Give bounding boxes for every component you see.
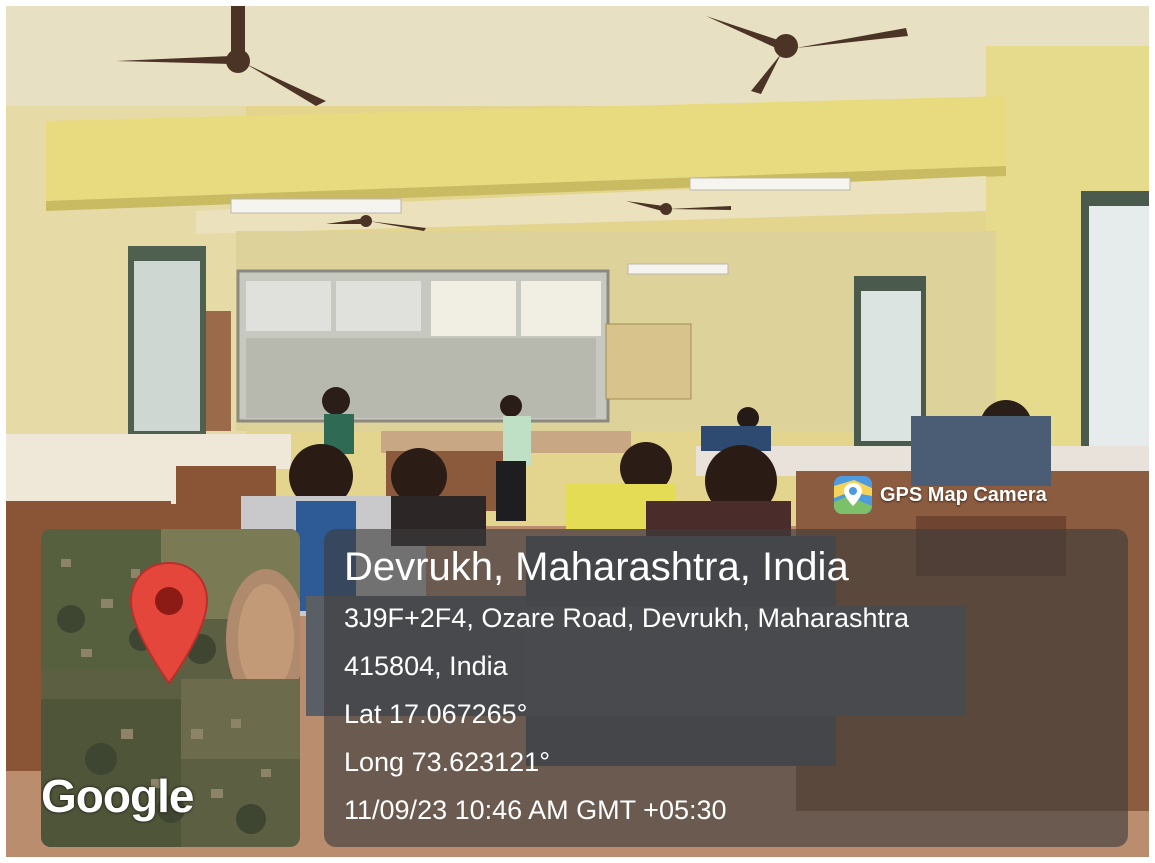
google-logo: Google: [41, 770, 194, 822]
place-title: Devrukh, Maharashtra, India: [344, 545, 849, 589]
address-line-1: 3J9F+2F4, Ozare Road, Devrukh, Maharasht…: [344, 603, 910, 633]
timestamp: 11/09/23 10:46 AM GMT +05:30: [344, 795, 727, 825]
map-pin-badge-icon: [834, 476, 872, 514]
address-line-2: 415804, India: [344, 651, 508, 681]
gps-map-camera-label: GPS Map Camera: [880, 483, 1047, 506]
latitude: Lat 17.067265°: [344, 699, 528, 729]
longitude: Long 73.623121°: [344, 747, 550, 777]
satellite-minimap: Google: [41, 529, 300, 847]
map-marker-icon: [129, 561, 209, 685]
gps-map-camera-badge: GPS Map Camera: [834, 476, 1047, 514]
classroom-photo: GPS Map Camera Google Devrukh, Maharasht…: [6, 6, 1149, 857]
location-info-card: Devrukh, Maharashtra, India 3J9F+2F4, Oz…: [324, 529, 1128, 847]
